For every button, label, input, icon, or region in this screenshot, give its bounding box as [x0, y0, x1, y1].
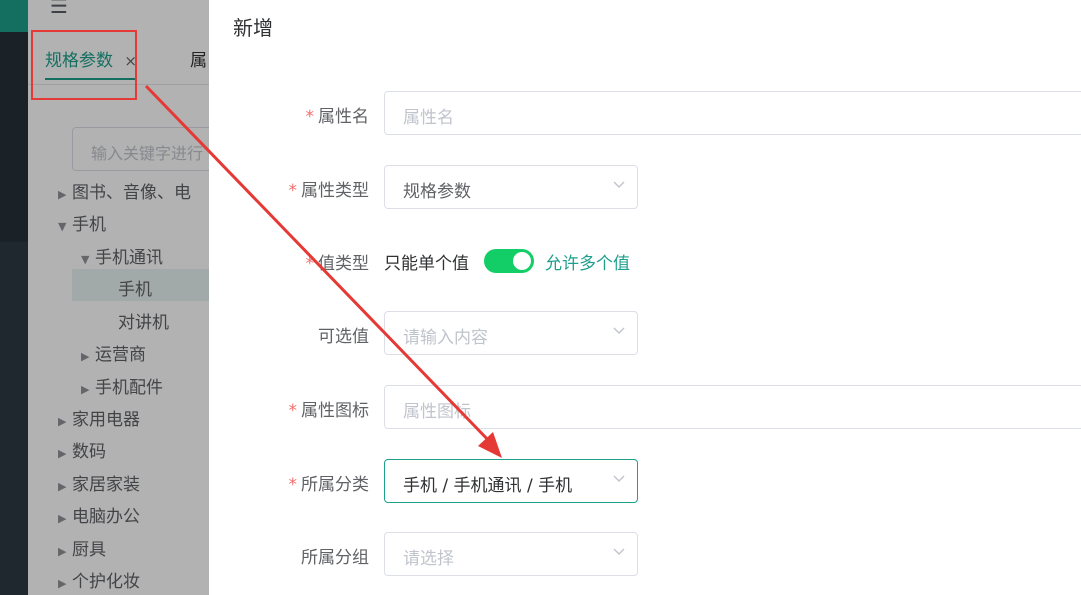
- annotation-arrow: [144, 84, 502, 458]
